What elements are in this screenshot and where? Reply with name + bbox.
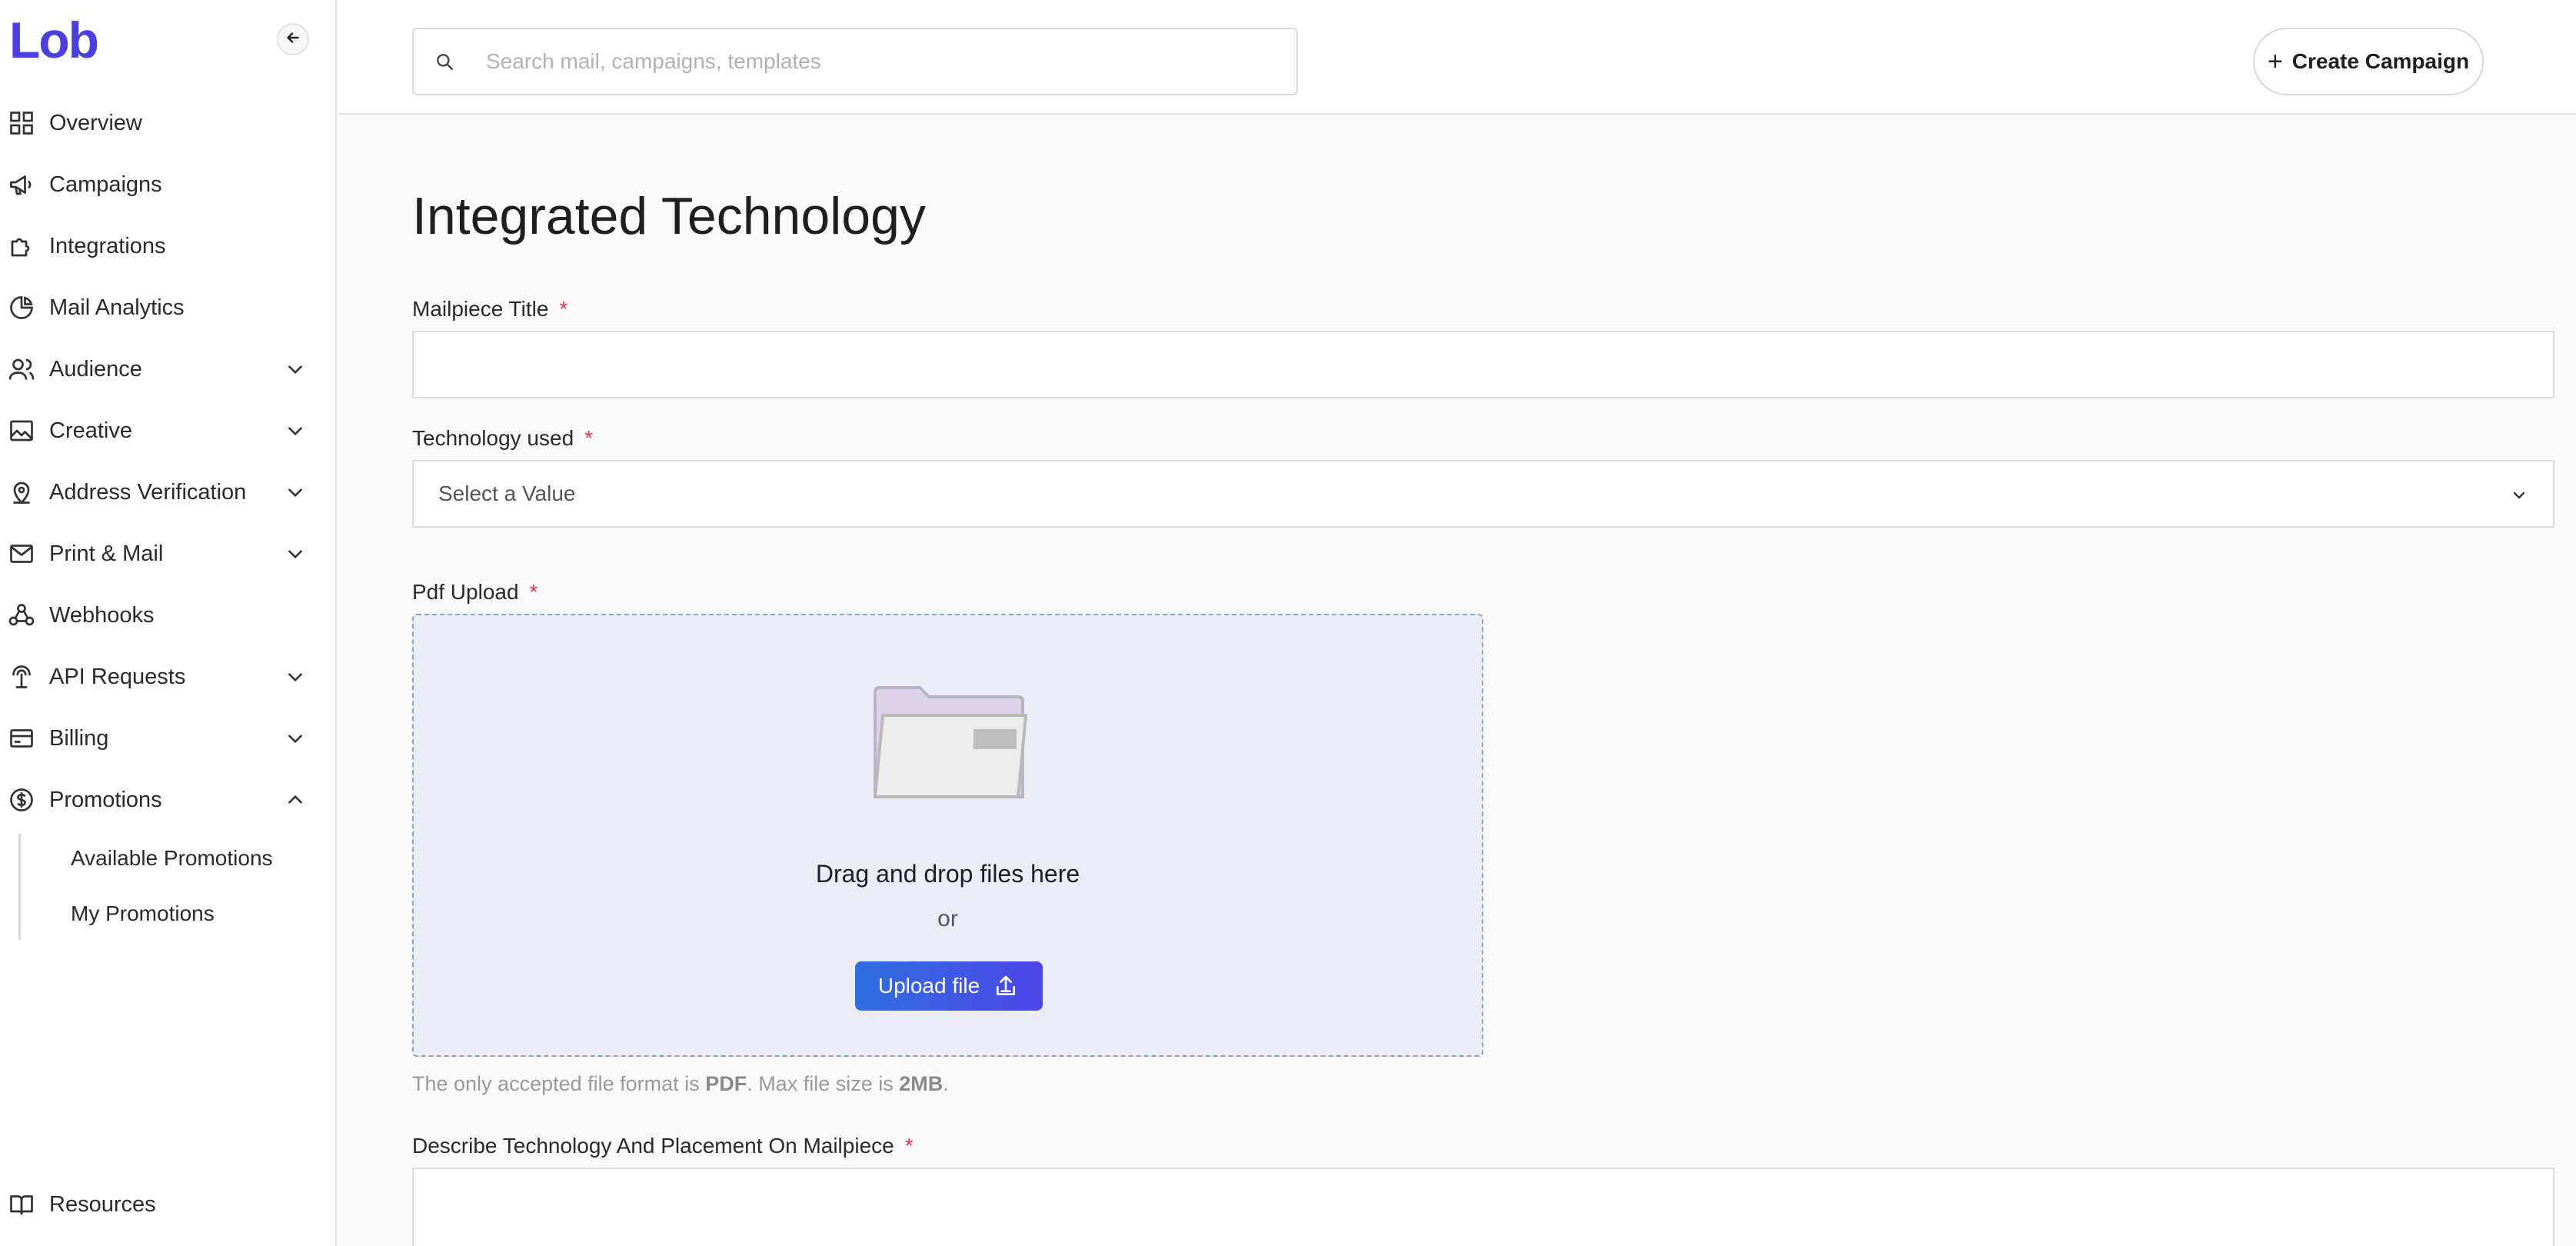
hint-suffix: . [943, 1072, 949, 1095]
describe-technology-textarea[interactable] [412, 1168, 2554, 1246]
arrow-left-icon [285, 29, 301, 50]
dollar-circle-icon [6, 785, 37, 815]
chevron-down-icon[interactable] [280, 477, 311, 508]
upload-icon [992, 972, 1020, 1000]
sidebar-item-label: Promotions [49, 787, 162, 812]
credit-card-icon [6, 723, 37, 754]
sidebar-item-label: Overview [49, 110, 142, 135]
promotions-submenu: Available Promotions My Promotions [0, 831, 337, 941]
dropzone-or: or [937, 906, 958, 931]
create-campaign-label: Create Campaign [2291, 49, 2470, 73]
puzzle-icon [6, 231, 37, 262]
sidebar-subitem-my-promotions[interactable]: My Promotions [71, 886, 337, 941]
hint-size: 2MB [899, 1072, 944, 1095]
dropzone-text: Drag and drop files here [815, 860, 1080, 888]
users-icon [6, 354, 37, 385]
pie-chart-icon [6, 292, 37, 323]
sidebar-item-mail-analytics[interactable]: Mail Analytics [0, 277, 337, 338]
sidebar-item-label: Campaigns [49, 172, 162, 197]
required-marker: * [584, 426, 594, 450]
top-header: + Create Campaign [338, 0, 2576, 115]
sidebar-item-label: API Requests [49, 664, 186, 689]
hint-middle: . Max file size is [747, 1072, 900, 1095]
chevron-down-icon[interactable] [280, 661, 311, 692]
file-dropzone[interactable]: Drag and drop files here or Upload file [412, 614, 1483, 1057]
create-campaign-button[interactable]: + Create Campaign [2253, 28, 2484, 95]
plus-icon: + [2267, 46, 2283, 76]
sidebar-item-overview[interactable]: Overview [0, 92, 337, 154]
folder-icon [872, 685, 1030, 807]
search-icon [429, 46, 460, 77]
webhook-icon [6, 600, 37, 631]
chevron-down-icon[interactable] [280, 538, 311, 569]
book-icon [6, 1189, 37, 1220]
sidebar-item-audience[interactable]: Audience [0, 338, 337, 400]
mailpiece-title-input[interactable] [412, 331, 2554, 398]
required-marker: * [529, 580, 538, 604]
field-label-text: Mailpiece Title [412, 297, 549, 321]
chevron-down-icon[interactable] [280, 354, 311, 385]
hint-format: PDF [705, 1072, 747, 1095]
chevron-down-icon[interactable] [280, 723, 311, 754]
upload-file-button[interactable]: Upload file [855, 961, 1043, 1011]
technology-used-label: Technology used * [412, 426, 593, 451]
page-title: Integrated Technology [412, 187, 926, 245]
chevron-down-icon [2504, 480, 2534, 511]
grid-icon [6, 108, 37, 138]
megaphone-icon [6, 169, 37, 200]
search-box[interactable] [412, 28, 1298, 95]
collapse-sidebar-button[interactable] [277, 23, 309, 55]
sidebar-item-label: Resources [49, 1191, 156, 1217]
sidebar-item-creative[interactable]: Creative [0, 400, 337, 461]
sidebar-subitem-available-promotions[interactable]: Available Promotions [71, 831, 337, 886]
sidebar-item-label: Integrations [49, 233, 166, 258]
sidebar-item-promotions[interactable]: Promotions [0, 769, 337, 831]
sidebar-item-print-mail[interactable]: Print & Mail [0, 523, 337, 585]
hint-prefix: The only accepted file format is [412, 1072, 706, 1095]
sidebar-item-address-verification[interactable]: Address Verification [0, 461, 337, 523]
sidebar-item-integrations[interactable]: Integrations [0, 215, 337, 277]
image-icon [6, 415, 37, 446]
sidebar-item-campaigns[interactable]: Campaigns [0, 154, 337, 215]
chevron-up-icon[interactable] [280, 785, 311, 815]
upload-hint: The only accepted file format is PDF. Ma… [412, 1072, 949, 1096]
sidebar: Lob Overview Campaigns Integrations Mail… [0, 0, 337, 1246]
envelope-icon [6, 538, 37, 569]
antenna-icon [6, 661, 37, 692]
describe-technology-label: Describe Technology And Placement On Mai… [412, 1134, 914, 1158]
mailpiece-title-label: Mailpiece Title * [412, 297, 567, 321]
technology-used-select[interactable]: Select a Value [412, 460, 2554, 528]
field-label-text: Pdf Upload [412, 580, 519, 604]
sidebar-item-label: Audience [49, 356, 142, 381]
select-value: Select a Value [438, 481, 576, 505]
submenu-divider [18, 834, 21, 940]
sidebar-item-billing[interactable]: Billing [0, 708, 337, 769]
chevron-down-icon[interactable] [280, 415, 311, 446]
sidebar-item-label: Mail Analytics [49, 295, 185, 320]
pdf-upload-label: Pdf Upload * [412, 580, 537, 605]
map-pin-icon [6, 477, 37, 508]
lob-logo[interactable]: Lob [9, 11, 99, 69]
sidebar-nav: Overview Campaigns Integrations Mail Ana… [0, 92, 337, 941]
sidebar-item-webhooks[interactable]: Webhooks [0, 585, 337, 646]
sidebar-item-label: Billing [49, 725, 109, 751]
required-marker: * [904, 1134, 914, 1158]
sidebar-item-label: Creative [49, 418, 132, 443]
sidebar-item-label: Webhooks [49, 602, 155, 628]
required-marker: * [559, 297, 568, 321]
sidebar-item-label: Address Verification [49, 479, 247, 505]
sidebar-item-resources[interactable]: Resources [0, 1174, 337, 1235]
sidebar-item-api-requests[interactable]: API Requests [0, 646, 337, 708]
sidebar-footer: Resources [0, 1174, 337, 1235]
field-label-text: Technology used [412, 426, 574, 450]
search-input[interactable] [486, 49, 1255, 74]
upload-file-label: Upload file [877, 974, 980, 998]
field-label-text: Describe Technology And Placement On Mai… [412, 1134, 894, 1158]
sidebar-item-label: Print & Mail [49, 541, 164, 566]
